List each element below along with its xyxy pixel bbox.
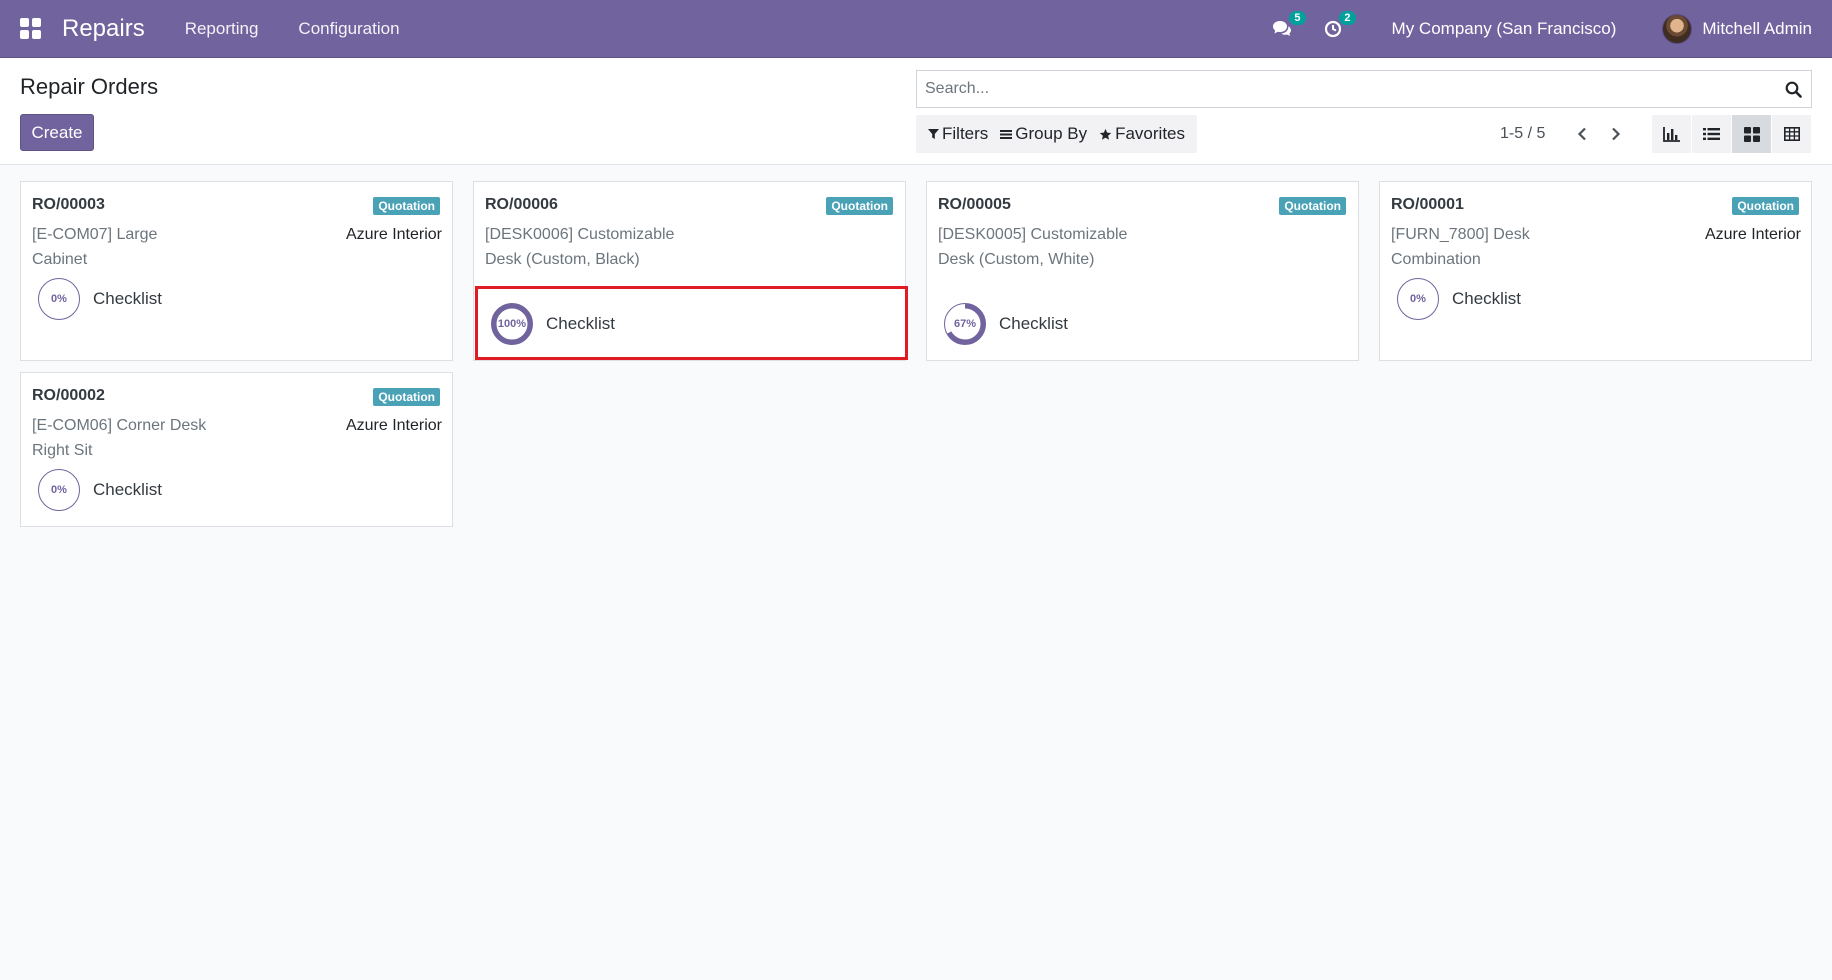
messages-button[interactable]: 5 [1272, 10, 1306, 38]
kanban-card[interactable]: RO/00002 Quotation [E-COM06] Corner Desk… [20, 372, 453, 527]
menu-configuration[interactable]: Configuration [298, 19, 399, 39]
card-customer: Azure Interior [345, 417, 442, 434]
list-view-button[interactable] [1692, 115, 1732, 153]
page-title: Repair Orders [20, 74, 159, 99]
group-by-button[interactable]: Group By [1000, 124, 1087, 144]
status-badge: Quotation [373, 197, 440, 215]
status-badge: Quotation [1732, 197, 1799, 215]
user-name: Mitchell Admin [1702, 18, 1812, 38]
pager-value[interactable]: 1-5 / 5 [1500, 125, 1545, 143]
card-product: [E-COM07] Large Cabinet [32, 226, 158, 268]
favorites-button[interactable]: Favorites [1099, 124, 1185, 144]
card-product: [FURN_7800] Desk Combination [1391, 226, 1530, 268]
progress-percent: 0% [1410, 293, 1426, 305]
status-badge: Quotation [826, 197, 893, 215]
card-customer: Azure Interior [1704, 226, 1801, 243]
menu-reporting[interactable]: Reporting [185, 19, 259, 39]
progress-percent: 100% [497, 318, 527, 330]
activities-count-badge: 2 [1339, 10, 1356, 25]
pager-next-button[interactable] [1603, 121, 1629, 147]
favorites-label: Favorites [1115, 124, 1186, 143]
bars-icon [1000, 129, 1013, 139]
company-switcher[interactable]: My Company (San Francisco) [1392, 19, 1617, 39]
kanban-card[interactable]: RO/00006 Quotation [DESK0006] Customizab… [473, 181, 906, 361]
progress-percent: 67% [953, 318, 977, 330]
progress-ring: 67% [943, 302, 987, 346]
kanban-card[interactable]: RO/00001 Quotation [FURN_7800] Desk Comb… [1379, 181, 1812, 361]
status-badge: Quotation [373, 388, 440, 406]
search-icon[interactable] [1775, 81, 1811, 98]
checklist-progress[interactable]: 100% Checklist [490, 302, 615, 346]
search-input[interactable] [917, 71, 1775, 107]
progress-ring: 100% [490, 302, 534, 346]
card-reference: RO/00006 [485, 196, 558, 213]
top-navbar: Repairs Reporting Configuration 5 2 My C… [0, 0, 1832, 58]
avatar [1662, 13, 1693, 44]
list-icon [1703, 128, 1720, 140]
progress-ring: 0% [1396, 277, 1440, 321]
progress-ring: 0% [37, 277, 81, 321]
control-panel: Repair Orders Create Filters Group By Fa… [0, 58, 1832, 165]
activities-button[interactable]: 2 [1324, 10, 1356, 38]
progress-percent: 0% [51, 293, 67, 305]
kanban-card[interactable]: RO/00005 Quotation [DESK0005] Customizab… [926, 181, 1359, 361]
pivot-view-button[interactable] [1772, 115, 1812, 153]
chat-icon [1272, 20, 1291, 36]
filter-icon [928, 129, 939, 139]
pivot-icon [1783, 127, 1800, 141]
checklist-label: Checklist [1452, 289, 1521, 308]
checklist-label: Checklist [999, 314, 1068, 333]
search-options-bar: Filters Group By Favorites [916, 115, 1198, 153]
checklist-label: Checklist [546, 314, 615, 333]
user-menu[interactable]: Mitchell Admin [1662, 13, 1812, 44]
view-switcher [1652, 115, 1812, 153]
filters-button[interactable]: Filters [928, 124, 988, 144]
graph-icon [1663, 126, 1680, 142]
group-by-label: Group By [1015, 124, 1088, 143]
progress-ring: 0% [37, 468, 81, 512]
card-reference: RO/00005 [938, 196, 1011, 213]
pager: 1-5 / 5 [1500, 121, 1637, 147]
card-customer: Azure Interior [345, 226, 442, 243]
checklist-label: Checklist [93, 480, 162, 499]
chevron-left-icon [1578, 127, 1587, 141]
kanban-icon [1743, 126, 1760, 142]
kanban-view-button[interactable] [1732, 115, 1772, 153]
search-box [916, 70, 1812, 108]
apps-menu-icon[interactable] [20, 17, 42, 40]
card-product: [E-COM06] Corner Desk Right Sit [32, 417, 207, 459]
progress-percent: 0% [51, 484, 67, 496]
status-badge: Quotation [1279, 197, 1346, 215]
checklist-label: Checklist [93, 289, 162, 308]
kanban-card[interactable]: RO/00003 Quotation [E-COM07] Large Cabin… [20, 181, 453, 361]
card-reference: RO/00001 [1391, 196, 1464, 213]
messages-count-badge: 5 [1289, 10, 1306, 25]
star-icon [1099, 128, 1112, 140]
chevron-right-icon [1612, 127, 1621, 141]
checklist-progress[interactable]: 0% Checklist [1396, 277, 1521, 321]
graph-view-button[interactable] [1652, 115, 1692, 153]
create-button[interactable]: Create [20, 114, 94, 151]
card-reference: RO/00002 [32, 387, 105, 404]
app-name[interactable]: Repairs [62, 15, 145, 43]
card-reference: RO/00003 [32, 196, 105, 213]
clock-icon [1324, 20, 1341, 37]
checklist-progress[interactable]: 0% Checklist [37, 468, 162, 512]
filters-label: Filters [942, 124, 989, 143]
pager-previous-button[interactable] [1569, 121, 1595, 147]
checklist-progress[interactable]: 67% Checklist [943, 302, 1068, 346]
card-product: [DESK0005] Customizable Desk (Custom, Wh… [938, 226, 1128, 268]
checklist-progress[interactable]: 0% Checklist [37, 277, 162, 321]
card-product: [DESK0006] Customizable Desk (Custom, Bl… [485, 226, 675, 268]
